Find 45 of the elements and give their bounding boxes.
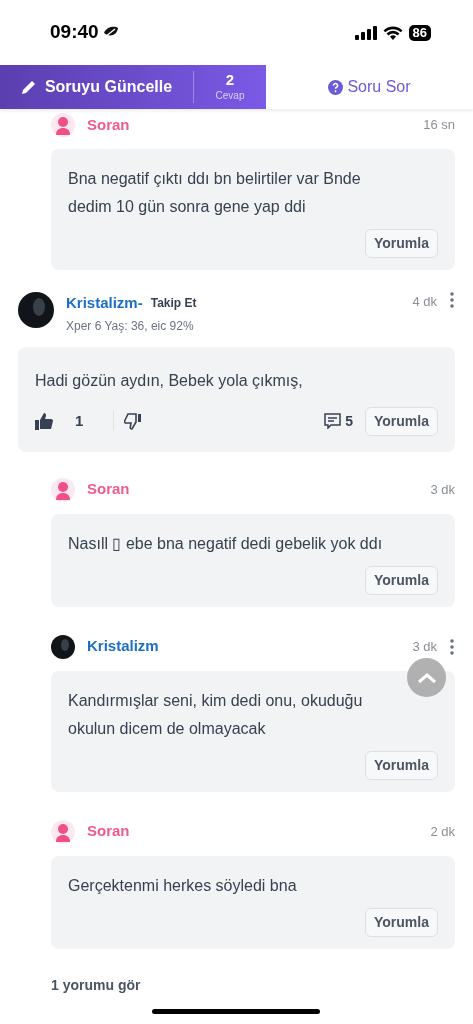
comment-button[interactable]: Yorumla (365, 565, 438, 595)
update-question-tab[interactable]: Soruyu Güncelle 2 Cevap (0, 65, 266, 109)
asker-avatar-icon (51, 113, 75, 137)
thumbs-up-icon[interactable] (35, 412, 53, 430)
avatar-icon (51, 634, 75, 659)
comment-button[interactable]: Yorumla (365, 750, 438, 780)
battery-indicator: 86 (408, 24, 431, 41)
time-label: 2 dk (430, 822, 455, 841)
reply-text: Bna negatif çıktı ddı bn belirtiler var Bnde dedim 10 gün sonra gene yap ddi (68, 169, 362, 217)
author-name[interactable]: Kristalizm- (66, 292, 143, 315)
tab-label: Soruyu Güncelle (44, 77, 173, 97)
author-name[interactable]: Kristalizm (87, 635, 159, 658)
asker-avatar-icon (51, 477, 75, 502)
pencil-icon (20, 79, 37, 95)
time-label: 3 dk (412, 637, 437, 656)
time-label: 16 sn (423, 116, 455, 135)
asker-avatar-icon (51, 819, 75, 844)
answer-count-label: Cevap (215, 88, 245, 103)
reply-text: Nasıll ▯ ebe bna negatif dedi gebelik yok ddı (68, 533, 384, 554)
reply-text: Kandırmışlar seni, kim dedi onu, okuduğu okulun dicem de olmayacak (68, 690, 364, 739)
time-label: 3 dk (430, 480, 455, 499)
comment-icon[interactable] (324, 413, 342, 429)
comment-button[interactable]: Yorumla (365, 406, 438, 436)
time-label: 4 dk (412, 293, 437, 311)
author-meta: Xper 6 Yaş: 36, eic 92% (66, 317, 195, 335)
more-icon[interactable] (449, 638, 455, 655)
comment-text: Hadi gözün aydın, Bebek yola çıkmış, (35, 370, 304, 391)
comment-button[interactable]: Yorumla (365, 229, 438, 258)
answer-count: 2 (225, 71, 235, 88)
avatar-icon (18, 292, 54, 328)
chevron-up-icon (416, 671, 437, 684)
signal-icon (354, 25, 377, 40)
show-more-link[interactable]: 1 yorumu gör (51, 976, 141, 993)
reply-text: Gerçektenmi herkes söyledi bna (68, 875, 298, 896)
ask-question-tab[interactable]: Soru Sor (266, 65, 473, 109)
clock: 09:40 (50, 20, 99, 45)
like-count: 1 (75, 410, 84, 431)
thumbs-down-icon[interactable] (124, 412, 143, 430)
wifi-icon (382, 25, 403, 40)
tab-label: Soru Sor (347, 77, 411, 97)
question-icon (328, 79, 344, 95)
reply-count: 5 (345, 411, 353, 431)
comment-button[interactable]: Yorumla (365, 907, 438, 937)
more-icon[interactable] (449, 292, 455, 308)
follow-link[interactable]: Takip Et (150, 294, 197, 313)
